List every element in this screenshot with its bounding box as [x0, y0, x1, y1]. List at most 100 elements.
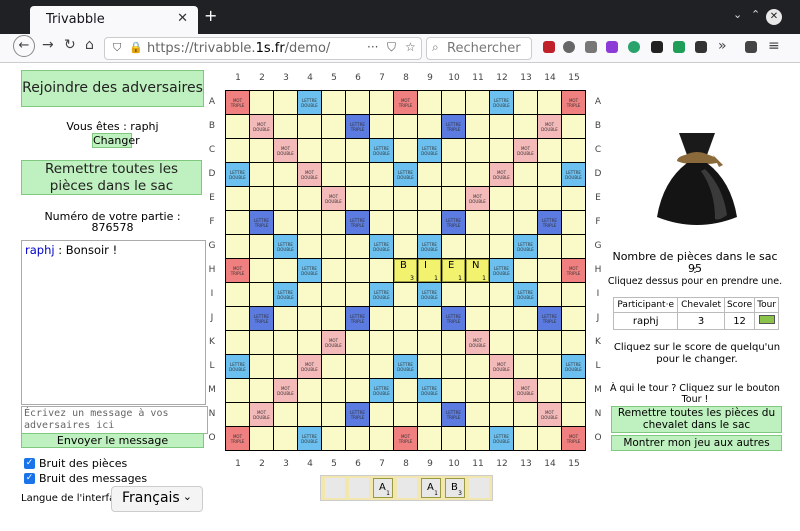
- board-cell[interactable]: [538, 139, 561, 162]
- double-letter-cell[interactable]: LETTRE DOUBLE: [394, 163, 417, 186]
- board-cell[interactable]: [442, 235, 465, 258]
- board-cell[interactable]: [466, 115, 489, 138]
- board-cell[interactable]: [562, 379, 585, 402]
- double-letter-cell[interactable]: LETTRE DOUBLE: [298, 259, 321, 282]
- double-word-cell[interactable]: MOT DOUBLE: [466, 331, 489, 354]
- board-cell[interactable]: [298, 403, 321, 426]
- board-cell[interactable]: [274, 115, 297, 138]
- double-letter-cell[interactable]: LETTRE DOUBLE: [394, 355, 417, 378]
- clock-icon[interactable]: [563, 41, 575, 53]
- grid-icon[interactable]: [695, 41, 707, 53]
- board-cell[interactable]: [538, 187, 561, 210]
- double-letter-cell[interactable]: LETTRE DOUBLE: [490, 91, 513, 114]
- board-cell[interactable]: [538, 355, 561, 378]
- bookmark-star-icon[interactable]: ☆: [405, 40, 416, 54]
- double-word-cell[interactable]: MOT DOUBLE: [322, 331, 345, 354]
- board-cell[interactable]: [466, 403, 489, 426]
- double-word-cell[interactable]: MOT DOUBLE: [490, 163, 513, 186]
- rack-tile[interactable]: B3: [445, 478, 465, 498]
- double-letter-cell[interactable]: LETTRE DOUBLE: [370, 235, 393, 258]
- double-word-cell[interactable]: MOT DOUBLE: [274, 379, 297, 402]
- board-cell[interactable]: [298, 187, 321, 210]
- double-letter-cell[interactable]: LETTRE DOUBLE: [514, 235, 537, 258]
- double-word-cell[interactable]: MOT DOUBLE: [250, 115, 273, 138]
- board-cell[interactable]: [394, 211, 417, 234]
- bag-icon[interactable]: [649, 125, 745, 235]
- double-letter-cell[interactable]: LETTRE DOUBLE: [226, 355, 249, 378]
- board-cell[interactable]: [274, 355, 297, 378]
- board-cell[interactable]: [562, 235, 585, 258]
- board-cell[interactable]: [490, 187, 513, 210]
- board-cell[interactable]: [322, 355, 345, 378]
- board-cell[interactable]: [562, 187, 585, 210]
- board-cell[interactable]: [250, 187, 273, 210]
- turn-button[interactable]: [758, 315, 775, 324]
- chevron-up-icon[interactable]: ⌃: [751, 8, 760, 21]
- back-icon[interactable]: ←: [13, 35, 35, 57]
- triple-word-cell[interactable]: MOT TRIPLE: [226, 259, 249, 282]
- board-cell[interactable]: [346, 259, 369, 282]
- board-cell[interactable]: [346, 139, 369, 162]
- board-cell[interactable]: [490, 235, 513, 258]
- board-cell[interactable]: [562, 211, 585, 234]
- board-cell[interactable]: [322, 163, 345, 186]
- ublock-icon[interactable]: [543, 41, 555, 53]
- double-letter-cell[interactable]: LETTRE DOUBLE: [562, 355, 585, 378]
- extension-icon[interactable]: [673, 41, 685, 53]
- double-letter-cell[interactable]: LETTRE DOUBLE: [490, 259, 513, 282]
- board-cell[interactable]: [394, 403, 417, 426]
- triple-word-cell[interactable]: MOT TRIPLE: [226, 427, 249, 450]
- board-cell[interactable]: [298, 379, 321, 402]
- board-cell[interactable]: [490, 139, 513, 162]
- join-opponents-button[interactable]: Rejoindre des adversaires: [21, 70, 204, 107]
- board-cell[interactable]: [274, 331, 297, 354]
- board-cell[interactable]: [514, 211, 537, 234]
- board-cell[interactable]: [418, 307, 441, 330]
- board-cell[interactable]: [274, 259, 297, 282]
- triple-word-cell[interactable]: MOT TRIPLE: [562, 427, 585, 450]
- double-letter-cell[interactable]: LETTRE DOUBLE: [370, 283, 393, 306]
- board-cell[interactable]: [370, 427, 393, 450]
- board-cell[interactable]: [394, 283, 417, 306]
- board-cell[interactable]: [466, 307, 489, 330]
- board-cell[interactable]: [418, 427, 441, 450]
- triple-letter-cell[interactable]: LETTRE TRIPLE: [346, 403, 369, 426]
- menu-icon[interactable]: ≡: [768, 38, 780, 54]
- board-cell[interactable]: [466, 283, 489, 306]
- board-cell[interactable]: [442, 355, 465, 378]
- double-letter-cell[interactable]: LETTRE DOUBLE: [418, 379, 441, 402]
- home-icon[interactable]: ⌂: [85, 37, 94, 53]
- pocket-icon[interactable]: ⛉: [387, 40, 396, 55]
- url-bar[interactable]: ⛉ 🔒 https://trivabble.1s.fr/demo/ ··· ⛉ …: [104, 37, 422, 60]
- rack-tile[interactable]: A1: [373, 478, 393, 498]
- board-cell[interactable]: [322, 403, 345, 426]
- extension-icon[interactable]: [651, 41, 663, 53]
- board-cell[interactable]: [490, 283, 513, 306]
- board-cell[interactable]: [562, 331, 585, 354]
- double-letter-cell[interactable]: LETTRE DOUBLE: [298, 91, 321, 114]
- board-cell[interactable]: [538, 163, 561, 186]
- board-cell[interactable]: [298, 139, 321, 162]
- board-cell[interactable]: [418, 187, 441, 210]
- board-cell[interactable]: [466, 379, 489, 402]
- board-cell[interactable]: [274, 307, 297, 330]
- more-icon[interactable]: ···: [367, 40, 378, 54]
- double-letter-cell[interactable]: LETTRE DOUBLE: [418, 139, 441, 162]
- board-cell[interactable]: [226, 331, 249, 354]
- board-cell[interactable]: [370, 331, 393, 354]
- board-cell[interactable]: [274, 403, 297, 426]
- double-letter-cell[interactable]: LETTRE DOUBLE: [418, 235, 441, 258]
- double-word-cell[interactable]: MOT DOUBLE: [538, 403, 561, 426]
- triple-word-cell[interactable]: MOT TRIPLE: [394, 91, 417, 114]
- double-letter-cell[interactable]: LETTRE DOUBLE: [418, 283, 441, 306]
- board-cell[interactable]: [322, 379, 345, 402]
- board-cell[interactable]: [298, 115, 321, 138]
- double-letter-cell[interactable]: LETTRE DOUBLE: [562, 163, 585, 186]
- double-word-cell[interactable]: MOT DOUBLE: [466, 187, 489, 210]
- placed-tile[interactable]: B3: [394, 259, 417, 282]
- board-cell[interactable]: [370, 187, 393, 210]
- board-cell[interactable]: [466, 427, 489, 450]
- triple-letter-cell[interactable]: LETTRE TRIPLE: [346, 211, 369, 234]
- board-cell[interactable]: [394, 307, 417, 330]
- close-tab-icon[interactable]: ✕: [177, 11, 188, 26]
